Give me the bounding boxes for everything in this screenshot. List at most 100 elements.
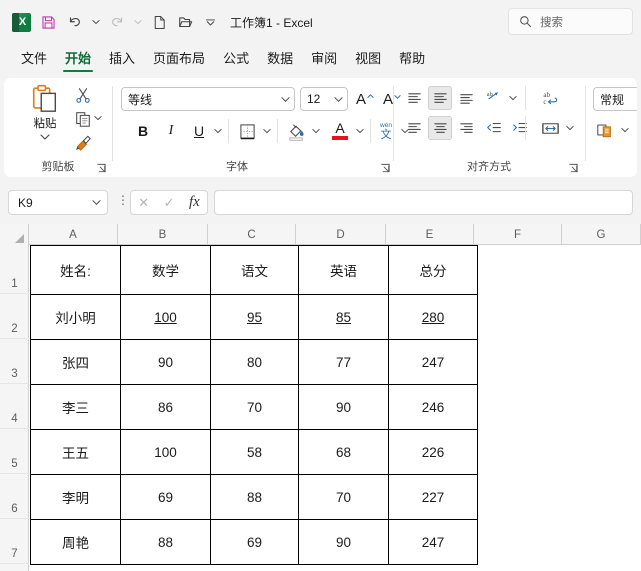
cell-d7[interactable]: 90 [298,519,389,565]
align-bottom-button[interactable] [454,86,478,110]
sheet-canvas[interactable]: 姓名: 数学 语文 英语 总分 刘小明 100 95 85 280 张四 90 … [29,245,641,571]
search-box[interactable]: 搜索 [508,8,633,35]
bold-button[interactable]: B [131,119,155,143]
cell-e3[interactable]: 247 [388,339,478,385]
fill-color-dropdown-caret-icon[interactable] [310,119,322,143]
cell-e6[interactable]: 227 [388,474,478,520]
tab-view[interactable]: 视图 [346,44,390,70]
cell-a1[interactable]: 姓名: [30,245,121,295]
row-header-2[interactable]: 2 [0,294,29,339]
cell-d3[interactable]: 77 [298,339,389,385]
row-header-1[interactable]: 1 [0,245,29,294]
tab-file[interactable]: 文件 [12,44,56,70]
new-file-icon[interactable] [146,9,172,35]
cell-e1[interactable]: 总分 [388,245,478,295]
tab-help[interactable]: 帮助 [390,44,434,70]
align-middle-button[interactable] [428,86,452,110]
fill-color-button[interactable] [283,118,309,144]
orientation-dropdown-caret-icon[interactable] [507,86,519,110]
cell-b3[interactable]: 90 [120,339,211,385]
tab-home[interactable]: 开始 [56,44,100,72]
cell-b5[interactable]: 100 [120,429,211,475]
format-painter-button[interactable] [72,131,94,153]
align-top-button[interactable] [402,86,426,110]
row-header-4[interactable]: 4 [0,384,29,429]
wrap-text-button[interactable]: ab c [537,85,563,111]
alignment-dialog-launcher[interactable] [568,161,580,173]
select-all-corner[interactable] [0,224,29,245]
confirm-edit-icon[interactable]: ✓ [164,195,175,211]
cancel-edit-icon[interactable]: ✕ [138,195,149,211]
paste-button[interactable]: 粘贴 [22,84,68,156]
increase-indent-button[interactable] [508,116,532,140]
cell-b7[interactable]: 88 [120,519,211,565]
tab-formulas[interactable]: 公式 [214,44,258,70]
italic-button[interactable]: I [159,119,183,143]
column-header-g[interactable]: G [562,224,641,245]
align-right-button[interactable] [454,116,478,140]
cell-c3[interactable]: 80 [210,339,299,385]
cell-a2[interactable]: 刘小明 [30,294,121,340]
column-header-c[interactable]: C [208,224,296,245]
cell-a7[interactable]: 周艳 [30,519,121,565]
number-format-combo[interactable]: 常规 [593,87,637,111]
underline-button[interactable]: U [187,119,211,143]
cell-b2[interactable]: 100 [120,294,211,340]
merge-dropdown-caret-icon[interactable] [564,116,576,140]
cut-button[interactable] [72,84,94,106]
cell-d5[interactable]: 68 [298,429,389,475]
font-size-combo[interactable]: 12 [300,87,348,111]
qat-more-caret-icon[interactable] [200,9,220,35]
column-header-d[interactable]: D [296,224,386,245]
cell-d4[interactable]: 90 [298,384,389,430]
borders-button[interactable] [234,119,260,143]
cell-c1[interactable]: 语文 [210,245,299,295]
undo-icon[interactable] [62,9,88,35]
underline-dropdown-caret-icon[interactable] [212,119,224,143]
cell-d6[interactable]: 70 [298,474,389,520]
cell-c7[interactable]: 69 [210,519,299,565]
cell-d1[interactable]: 英语 [298,245,389,295]
insert-function-icon[interactable]: fx [189,194,200,211]
row-header-3[interactable]: 3 [0,339,29,384]
align-left-button[interactable] [402,116,426,140]
orientation-button[interactable]: ab [482,86,506,110]
row-header-8[interactable]: 8 [0,564,29,571]
open-folder-icon[interactable] [173,9,199,35]
cell-b1[interactable]: 数学 [120,245,211,295]
cell-c6[interactable]: 88 [210,474,299,520]
cell-a5[interactable]: 王五 [30,429,121,475]
align-center-button[interactable] [428,116,452,140]
copy-button[interactable] [72,108,94,130]
font-color-button[interactable]: A [327,118,353,144]
column-header-a[interactable]: A [29,224,118,245]
copy-dropdown-caret-icon[interactable] [93,108,103,128]
tab-insert[interactable]: 插入 [100,44,144,70]
save-icon[interactable] [35,9,61,35]
undo-dropdown-caret-icon[interactable] [89,9,103,35]
cell-e2[interactable]: 280 [388,294,478,340]
tab-data[interactable]: 数据 [258,44,302,70]
cell-e5[interactable]: 226 [388,429,478,475]
cell-d2[interactable]: 85 [298,294,389,340]
column-header-e[interactable]: E [386,224,474,245]
row-header-5[interactable]: 5 [0,429,29,474]
cell-a6[interactable]: 李明 [30,474,121,520]
cell-c5[interactable]: 58 [210,429,299,475]
cell-e4[interactable]: 246 [388,384,478,430]
tab-page-layout[interactable]: 页面布局 [144,44,214,70]
font-name-combo[interactable]: 等线 [121,87,295,111]
merge-center-button[interactable] [537,115,563,141]
cell-e7[interactable]: 247 [388,519,478,565]
increase-font-size-button[interactable]: A [353,87,377,111]
row-header-6[interactable]: 6 [0,474,29,519]
column-header-f[interactable]: F [474,224,562,245]
accounting-format-button[interactable] [593,118,617,142]
column-header-b[interactable]: B [118,224,208,245]
accounting-dropdown-caret-icon[interactable] [619,118,631,142]
cell-b6[interactable]: 69 [120,474,211,520]
cell-c2[interactable]: 95 [210,294,299,340]
cell-a4[interactable]: 李三 [30,384,121,430]
cell-b4[interactable]: 86 [120,384,211,430]
formula-input[interactable] [214,190,633,215]
